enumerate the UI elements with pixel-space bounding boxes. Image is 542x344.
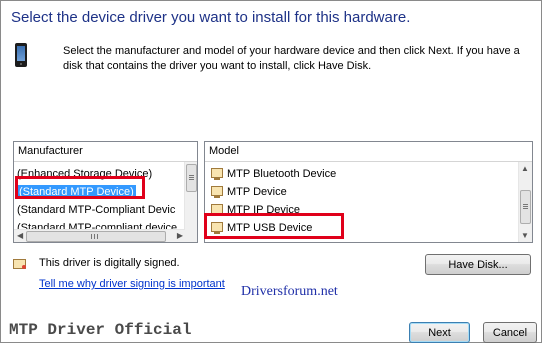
certificate-icon bbox=[13, 259, 26, 269]
grip-line bbox=[94, 234, 95, 239]
instruction-text: Select the manufacturer and model of you… bbox=[63, 45, 520, 72]
scrollbar-corner bbox=[185, 230, 197, 242]
scroll-up-arrow-icon[interactable]: ▲ bbox=[521, 164, 529, 173]
grip-line bbox=[523, 208, 528, 209]
list-item[interactable]: (Standard MTP-Compliant Devic bbox=[14, 201, 184, 219]
list-item[interactable]: MTP Bluetooth Device bbox=[209, 165, 516, 183]
driver-icon bbox=[211, 168, 223, 180]
driver-icon bbox=[211, 186, 223, 198]
have-disk-button[interactable]: Have Disk... bbox=[425, 254, 531, 275]
scroll-left-arrow-icon[interactable]: ◀ bbox=[17, 231, 23, 240]
manufacturer-horizontal-scrollbar[interactable]: ◀ ▶ bbox=[14, 229, 185, 242]
list-item-label: MTP Bluetooth Device bbox=[227, 168, 337, 180]
scrollbar-thumb[interactable] bbox=[186, 164, 197, 192]
grip-line bbox=[189, 177, 194, 178]
grip-line bbox=[523, 206, 528, 207]
next-button[interactable]: Next bbox=[409, 322, 470, 343]
manufacturer-vertical-scrollbar[interactable] bbox=[184, 162, 197, 230]
grip-line bbox=[523, 204, 528, 205]
model-column-header[interactable]: Model bbox=[205, 142, 532, 162]
model-header-label: Model bbox=[209, 145, 239, 157]
model-vertical-scrollbar[interactable]: ▲ ▼ bbox=[518, 162, 532, 242]
grip-line bbox=[97, 234, 98, 239]
scrollbar-thumb[interactable] bbox=[520, 190, 531, 224]
scroll-right-arrow-icon[interactable]: ▶ bbox=[177, 231, 183, 240]
scroll-down-arrow-icon[interactable]: ▼ bbox=[521, 231, 529, 240]
list-item-label: MTP Device bbox=[227, 186, 287, 198]
signed-status-text: This driver is digitally signed. bbox=[39, 257, 180, 269]
phone-device-icon bbox=[15, 43, 27, 67]
scrollbar-thumb[interactable] bbox=[26, 231, 166, 242]
footer-caption: MTP Driver Official bbox=[9, 321, 192, 339]
list-item-label: (Standard MTP-Compliant Devic bbox=[17, 204, 176, 216]
watermark-text: Driversforum.net bbox=[241, 284, 338, 299]
list-item[interactable]: MTP Device bbox=[209, 183, 516, 201]
grip-line bbox=[91, 234, 92, 239]
phone-screen bbox=[17, 46, 25, 61]
phone-home-button bbox=[20, 63, 22, 65]
manufacturer-column-header[interactable]: Manufacturer bbox=[14, 142, 197, 162]
grip-line bbox=[189, 179, 194, 180]
grip-line bbox=[189, 175, 194, 176]
manufacturer-header-label: Manufacturer bbox=[18, 145, 83, 157]
highlight-box-model bbox=[204, 213, 344, 239]
driver-signing-link[interactable]: Tell me why driver signing is important bbox=[39, 278, 225, 290]
page-title: Select the device driver you want to ins… bbox=[11, 9, 411, 26]
highlight-box-manufacturer bbox=[15, 176, 145, 199]
cancel-button[interactable]: Cancel bbox=[483, 322, 537, 343]
dialog-window: Select the device driver you want to ins… bbox=[0, 0, 542, 343]
